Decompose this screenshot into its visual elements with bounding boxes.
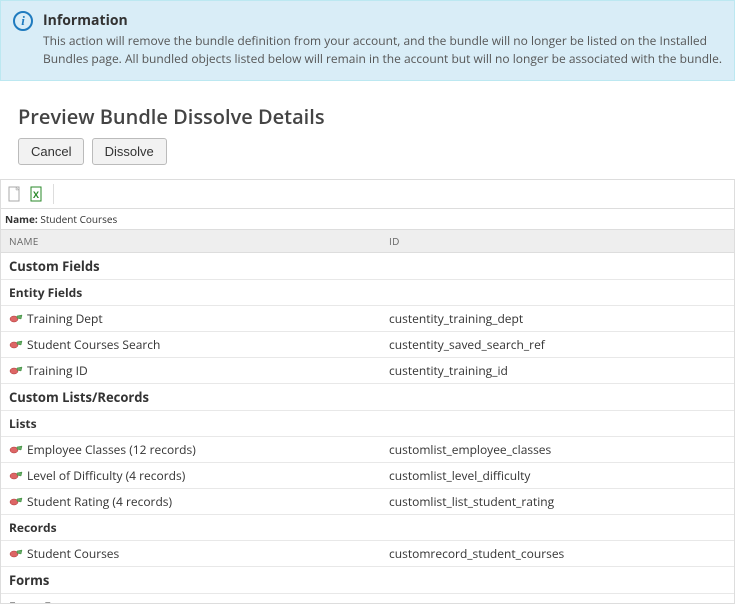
cell-name: Training Dept bbox=[1, 306, 381, 331]
component-name: Training Dept bbox=[27, 310, 103, 327]
cell-name: Employee Classes (12 records) bbox=[1, 437, 381, 462]
col-id: ID bbox=[381, 230, 734, 252]
export-excel-icon[interactable]: X bbox=[29, 185, 45, 203]
component-name: Student Courses Search bbox=[27, 336, 160, 353]
subsection-header: Entry Forms bbox=[1, 594, 734, 603]
toolbar-separator bbox=[53, 184, 54, 204]
cell-name: Student Courses Search bbox=[1, 332, 381, 357]
table-row: Training Dept custentity_training_dept bbox=[1, 306, 734, 332]
component-id: customlist_level_difficulty bbox=[381, 463, 734, 488]
component-id: customrecord_student_courses bbox=[381, 541, 734, 566]
table-row: Training ID custentity_training_id bbox=[1, 358, 734, 384]
table-row: Student Courses Search custentity_saved_s… bbox=[1, 332, 734, 358]
component-icon bbox=[9, 339, 23, 351]
cancel-button[interactable]: Cancel bbox=[18, 138, 84, 165]
component-name: Student Rating (4 records) bbox=[27, 493, 172, 510]
info-text: This action will remove the bundle defin… bbox=[43, 32, 722, 68]
component-icon bbox=[9, 365, 23, 377]
name-label: Name: bbox=[5, 212, 38, 226]
table-body[interactable]: Custom FieldsEntity Fields Training Dept c… bbox=[1, 253, 734, 603]
component-id: custentity_saved_search_ref bbox=[381, 332, 734, 357]
cell-name: Level of Difficulty (4 records) bbox=[1, 463, 381, 488]
svg-text:X: X bbox=[33, 188, 39, 201]
table-row: Employee Classes (12 records) customlist_… bbox=[1, 437, 734, 463]
component-name: Level of Difficulty (4 records) bbox=[27, 467, 185, 484]
name-value: Student Courses bbox=[40, 212, 117, 226]
dissolve-button[interactable]: Dissolve bbox=[92, 138, 167, 165]
export-doc-icon[interactable] bbox=[7, 185, 23, 203]
component-id: customlist_employee_classes bbox=[381, 437, 734, 462]
component-icon bbox=[9, 444, 23, 456]
toolbar: X bbox=[0, 179, 735, 209]
component-name: Employee Classes (12 records) bbox=[27, 441, 196, 458]
cell-name: Student Courses bbox=[1, 541, 381, 566]
section-header: Custom Lists/Records bbox=[1, 384, 734, 411]
col-name: NAME bbox=[1, 230, 381, 252]
subsection-header: Records bbox=[1, 515, 734, 541]
info-banner: i Information This action will remove th… bbox=[0, 0, 735, 81]
component-id: custentity_training_id bbox=[381, 358, 734, 383]
component-icon bbox=[9, 548, 23, 560]
table-row: Student Rating (4 records) customlist_lis… bbox=[1, 489, 734, 515]
subsection-header: Entity Fields bbox=[1, 280, 734, 306]
section-header: Custom Fields bbox=[1, 253, 734, 280]
page-title: Preview Bundle Dissolve Details bbox=[18, 103, 735, 130]
section-header: Forms bbox=[1, 567, 734, 594]
table-row: Student Courses customrecord_student_cour… bbox=[1, 541, 734, 567]
bundle-name-row: Name: Student Courses bbox=[0, 209, 735, 229]
info-icon: i bbox=[13, 11, 33, 31]
table-row: Level of Difficulty (4 records) customlis… bbox=[1, 463, 734, 489]
cell-name: Student Rating (4 records) bbox=[1, 489, 381, 514]
components-table: NAME ID Custom FieldsEntity FieldsTraini… bbox=[0, 229, 735, 604]
subsection-header: Lists bbox=[1, 411, 734, 437]
component-name: Training ID bbox=[27, 362, 88, 379]
table-header: NAME ID bbox=[1, 229, 734, 253]
component-icon bbox=[9, 313, 23, 325]
cell-name: Training ID bbox=[1, 358, 381, 383]
component-id: custentity_training_dept bbox=[381, 306, 734, 331]
info-title: Information bbox=[43, 11, 722, 30]
button-row: Cancel Dissolve bbox=[18, 138, 735, 165]
component-id: customlist_list_student_rating bbox=[381, 489, 734, 514]
component-icon bbox=[9, 470, 23, 482]
component-icon bbox=[9, 496, 23, 508]
component-name: Student Courses bbox=[27, 545, 119, 562]
